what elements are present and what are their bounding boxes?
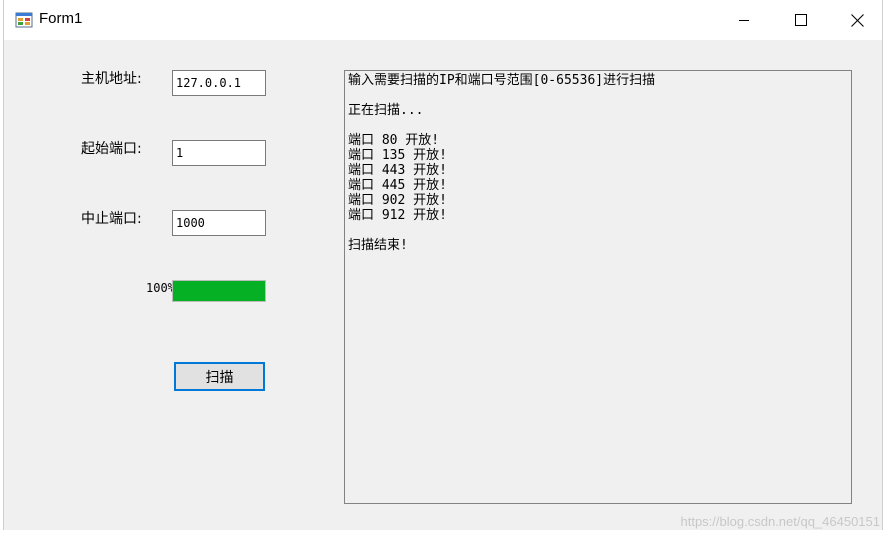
scan-button[interactable]: 扫描 (174, 362, 265, 391)
output-port-line: 端口 443 开放! (348, 163, 447, 178)
end-port-label: 中止端口: (81, 211, 142, 227)
progress-fill (173, 281, 265, 301)
close-icon (850, 13, 864, 27)
output-done-line: 扫描结束! (348, 238, 408, 253)
host-address-label: 主机地址: (81, 71, 142, 87)
output-port-line: 端口 80 开放! (348, 133, 440, 148)
window-title: Form1 (39, 10, 83, 27)
scan-output-textbox[interactable]: 输入需要扫描的IP和端口号范围[0-65536]进行扫描 正在扫描... 端口 … (344, 70, 852, 504)
end-port-input[interactable] (172, 210, 266, 236)
minimize-button[interactable] (721, 0, 767, 40)
title-bar[interactable]: Form1 (4, 0, 882, 40)
output-port-line: 端口 912 开放! (348, 208, 447, 223)
maximize-button[interactable] (778, 0, 824, 40)
watermark-text: https://blog.csdn.net/qq_46450151 (680, 514, 881, 529)
scan-progress-bar (172, 280, 266, 302)
output-port-line: 端口 445 开放! (348, 178, 447, 193)
form-client-area: 主机地址: 起始端口: 中止端口: 100% 扫描 输入需要扫描的IP和端口号范… (4, 40, 882, 530)
maximize-icon (795, 14, 807, 26)
minimize-icon (739, 20, 749, 21)
main-window: Form1 主机地址: 起始端口: 中止端口: 100% (3, 0, 883, 530)
output-scanning-line: 正在扫描... (348, 103, 424, 118)
close-button[interactable] (834, 0, 880, 40)
output-port-line: 端口 135 开放! (348, 148, 447, 163)
host-address-input[interactable] (172, 70, 266, 96)
output-port-line: 端口 902 开放! (348, 193, 447, 208)
output-intro-line: 输入需要扫描的IP和端口号范围[0-65536]进行扫描 (348, 73, 656, 88)
form-app-icon (15, 12, 33, 28)
start-port-label: 起始端口: (81, 141, 142, 157)
start-port-input[interactable] (172, 140, 266, 166)
